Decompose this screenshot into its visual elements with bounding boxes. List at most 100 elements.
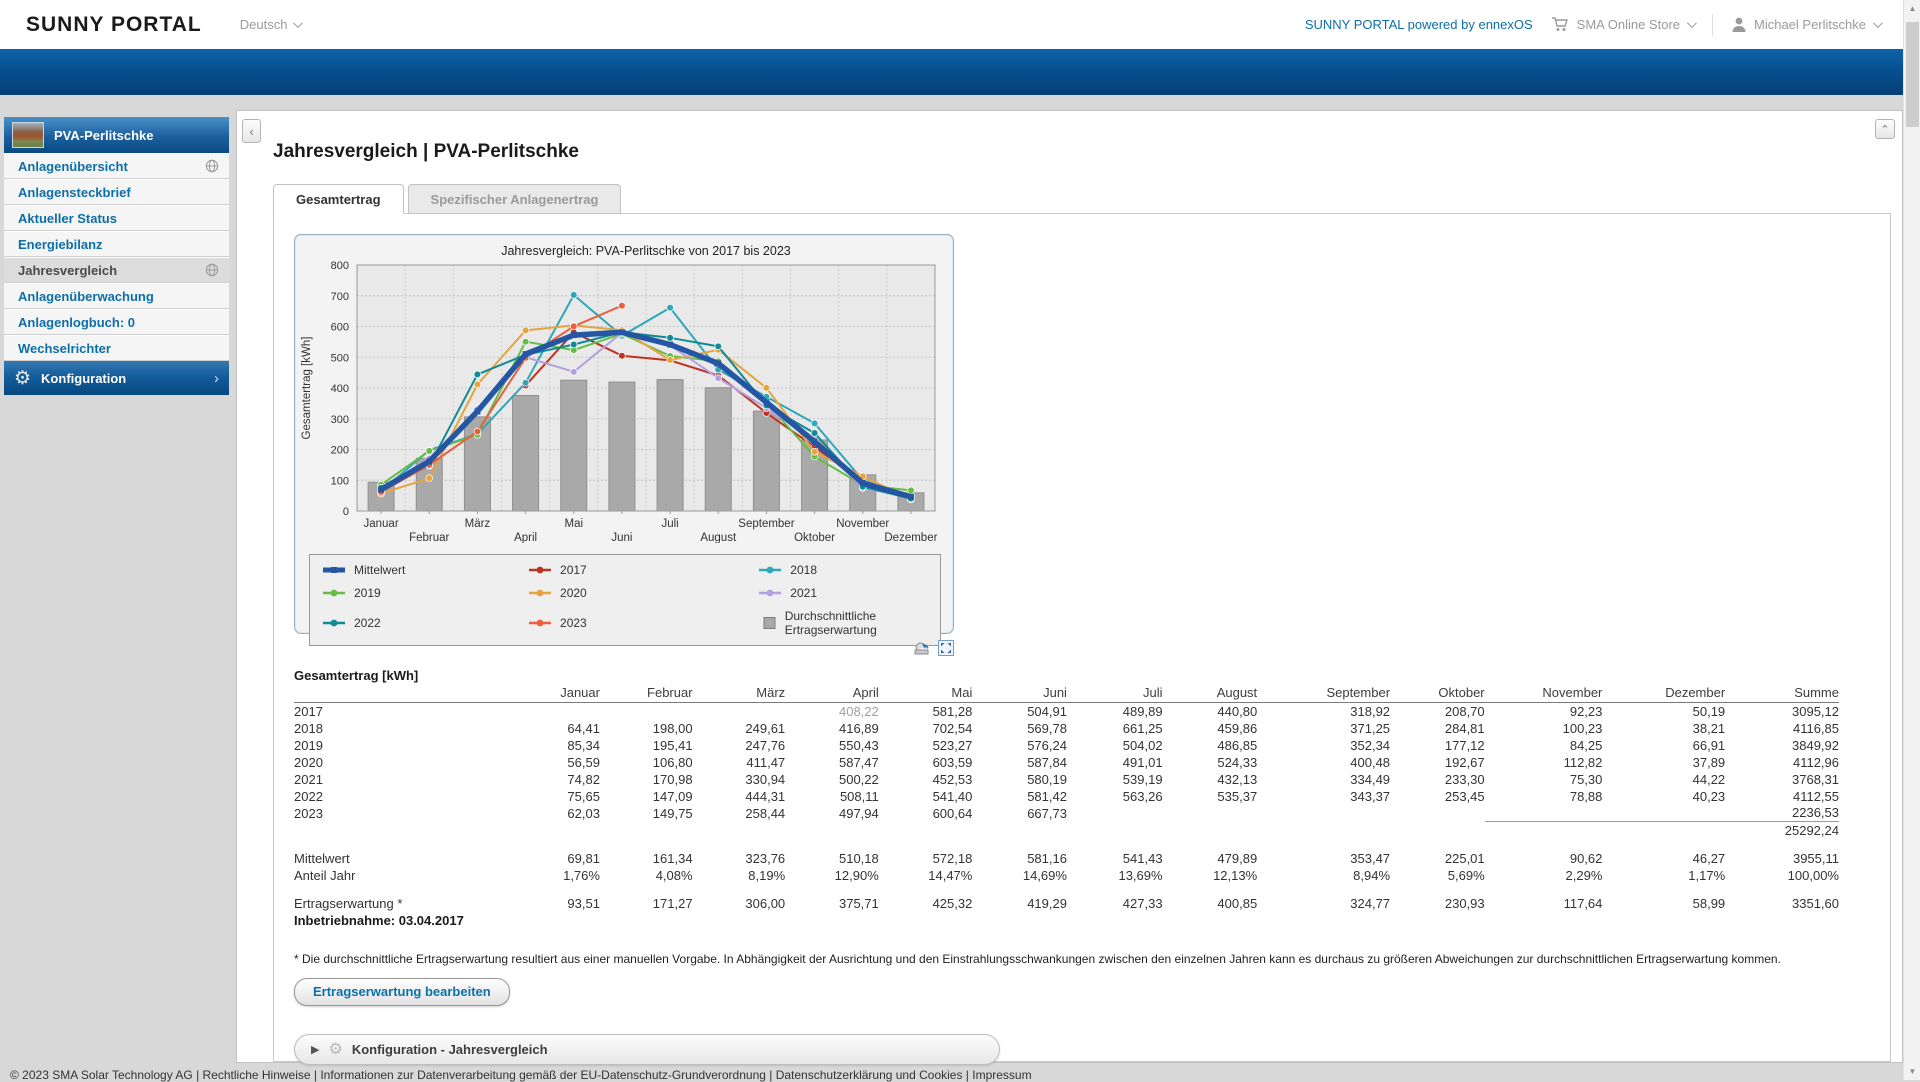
legend-swatch-icon xyxy=(528,618,552,628)
sidebar-item-label: Wechselrichter xyxy=(18,341,111,356)
scrollbar-down-arrow[interactable]: ▼ xyxy=(1904,1063,1920,1080)
svg-text:800: 800 xyxy=(331,260,349,272)
svg-text:Dezember: Dezember xyxy=(884,532,937,543)
sidebar-item-energiebilanz[interactable]: Energiebilanz xyxy=(4,231,229,257)
svg-text:Juni: Juni xyxy=(611,532,632,543)
grand-total-row: 25292,24 xyxy=(294,822,1839,839)
store-label: SMA Online Store xyxy=(1577,17,1680,32)
user-icon xyxy=(1731,16,1747,33)
divider xyxy=(1712,14,1713,36)
tab-spezifischer-anlagenertrag[interactable]: Spezifischer Anlagenertrag xyxy=(408,184,622,214)
chevron-right-icon: › xyxy=(214,370,219,387)
header-band xyxy=(0,49,1920,95)
legend-item-2019[interactable]: 2019 xyxy=(322,586,528,600)
legend-label: Durchschnittliche Ertragserwartung xyxy=(785,609,928,637)
export-chart-icon[interactable] xyxy=(913,640,930,656)
main-content: ‹ ⌃ Jahresvergleich | PVA-Perlitschke Ge… xyxy=(236,110,1903,1063)
svg-text:0: 0 xyxy=(343,506,349,518)
legend-label: 2020 xyxy=(560,586,587,600)
cart-icon xyxy=(1551,16,1570,33)
sidebar-item-label: Energiebilanz xyxy=(18,237,103,252)
commissioning-date: Inbetriebnahme: 03.04.2017 xyxy=(294,913,1870,928)
legend-item-2022[interactable]: 2022 xyxy=(322,609,528,637)
chevron-down-icon xyxy=(1873,18,1883,28)
powered-by-link[interactable]: SUNNY PORTAL powered by ennexOS xyxy=(1305,17,1533,32)
year-comparison-chart: 0100200300400500600700800Jahresvergleich… xyxy=(297,241,951,543)
sidebar-item-aktueller-status[interactable]: Aktueller Status xyxy=(4,205,229,231)
svg-text:Jahresvergleich: PVA-Perlitsch: Jahresvergleich: PVA-Perlitschke von 201… xyxy=(501,244,791,258)
column-header: Januar xyxy=(505,685,600,703)
sidebar-item-anlagenüberwachung[interactable]: Anlagenüberwachung xyxy=(4,283,229,309)
plant-photo xyxy=(12,122,44,148)
column-header: August xyxy=(1163,685,1258,703)
table-title: Gesamtertrag [kWh] xyxy=(294,668,1870,683)
svg-text:Juli: Juli xyxy=(661,518,678,530)
page-scrollbar[interactable]: ▲ ▼ xyxy=(1903,0,1920,1080)
legend-item-2021[interactable]: 2021 xyxy=(758,586,928,600)
svg-text:700: 700 xyxy=(331,291,349,303)
column-header: Juni xyxy=(972,685,1067,703)
sidebar-item-konfiguration[interactable]: ⚙ Konfiguration › xyxy=(4,361,229,395)
chevron-down-icon xyxy=(1687,18,1697,28)
legend-label: 2018 xyxy=(790,563,817,577)
sma-online-store-menu[interactable]: SMA Online Store xyxy=(1551,16,1694,33)
svg-text:600: 600 xyxy=(331,322,349,334)
legend-item-durchschnittliche-ertragserwartung[interactable]: Durchschnittliche Ertragserwartung xyxy=(758,609,928,637)
legend-swatch-icon xyxy=(322,618,346,628)
sidebar-plant-header[interactable]: PVA-Perlitschke xyxy=(4,117,229,153)
fullscreen-chart-icon[interactable] xyxy=(938,640,954,656)
legend-swatch-icon xyxy=(758,565,782,575)
svg-text:Februar: Februar xyxy=(409,532,449,543)
svg-text:Gesamtertrag [kWh]: Gesamtertrag [kWh] xyxy=(301,337,313,440)
legend-item-mittelwert[interactable]: Mittelwert xyxy=(322,563,528,577)
expand-arrow-icon: ▶ xyxy=(311,1043,319,1056)
legend-label: 2017 xyxy=(560,563,587,577)
sidebar-item-anlagenlogbuch-0[interactable]: Anlagenlogbuch: 0 xyxy=(4,309,229,335)
sidebar-collapse-button[interactable]: ‹ xyxy=(242,119,261,143)
sidebar-item-wechselrichter[interactable]: Wechselrichter xyxy=(4,335,229,361)
yield-table: JanuarFebruarMärzAprilMaiJuniJuliAugustS… xyxy=(294,685,1839,912)
column-header: März xyxy=(693,685,786,703)
tab-gesamtertrag[interactable]: Gesamtertrag xyxy=(273,184,404,214)
user-menu[interactable]: Michael Perlitschke xyxy=(1731,16,1880,33)
legend-swatch-icon xyxy=(758,617,776,629)
table-header-row: JanuarFebruarMärzAprilMaiJuniJuliAugustS… xyxy=(294,685,1839,703)
config-panel-label: Konfiguration - Jahresvergleich xyxy=(352,1042,548,1057)
language-selector[interactable]: Deutsch xyxy=(240,17,301,32)
legend-item-2020[interactable]: 2020 xyxy=(528,586,758,600)
sidebar-item-label: Jahresvergleich xyxy=(18,263,117,278)
config-jahresvergleich-panel[interactable]: ▶ ⚙ Konfiguration - Jahresvergleich xyxy=(294,1034,1000,1065)
table-row: 202174,82170,98330,94500,22452,53580,195… xyxy=(294,771,1839,788)
edit-expectation-button[interactable]: Ertragserwartung bearbeiten xyxy=(294,978,510,1006)
sidebar-item-anlagenübersicht[interactable]: Anlagenübersicht xyxy=(4,153,229,179)
sidebar-item-label: Anlagenlogbuch: 0 xyxy=(18,315,135,330)
column-header: April xyxy=(785,685,879,703)
sidebar-item-anlagensteckbrief[interactable]: Anlagensteckbrief xyxy=(4,179,229,205)
sidebar-item-jahresvergleich[interactable]: Jahresvergleich xyxy=(4,257,229,283)
scrollbar-thumb[interactable] xyxy=(1906,22,1919,127)
table-row: 201985,34195,41247,76550,43523,27576,245… xyxy=(294,737,1839,754)
scrollbar-up-arrow[interactable]: ▲ xyxy=(1904,0,1920,17)
table-row: 201864,41198,00249,61416,89702,54569,786… xyxy=(294,720,1839,737)
table-row: Mittelwert69,81161,34323,76510,18572,185… xyxy=(294,850,1839,867)
sidebar: PVA-Perlitschke Anlagenübersicht Anlagens… xyxy=(4,117,229,395)
legend-swatch-icon xyxy=(528,565,552,575)
sunny-portal-logo: SUNNY PORTAL xyxy=(26,13,202,37)
legend-label: Mittelwert xyxy=(354,563,405,577)
legend-item-2017[interactable]: 2017 xyxy=(528,563,758,577)
legend-item-2018[interactable]: 2018 xyxy=(758,563,928,577)
sidebar-item-label: Anlagenübersicht xyxy=(18,159,128,174)
column-header: Summe xyxy=(1725,685,1839,703)
sidebar-item-label: Anlagensteckbrief xyxy=(18,185,131,200)
column-header: Dezember xyxy=(1602,685,1725,703)
scroll-top-button[interactable]: ⌃ xyxy=(1875,119,1895,139)
chart-legend: Mittelwert 2017 2018 2019 2020 2021 20222023 Du… xyxy=(309,554,941,646)
user-name: Michael Perlitschke xyxy=(1754,17,1866,32)
legend-swatch-icon xyxy=(322,588,346,598)
svg-text:November: November xyxy=(836,518,889,530)
svg-text:Oktober: Oktober xyxy=(794,532,835,543)
legend-label: 2019 xyxy=(354,586,381,600)
table-row: 202056,59106,80411,47587,47603,59587,844… xyxy=(294,754,1839,771)
plant-name: PVA-Perlitschke xyxy=(54,128,153,143)
legend-item-2023[interactable]: 2023 xyxy=(528,609,758,637)
